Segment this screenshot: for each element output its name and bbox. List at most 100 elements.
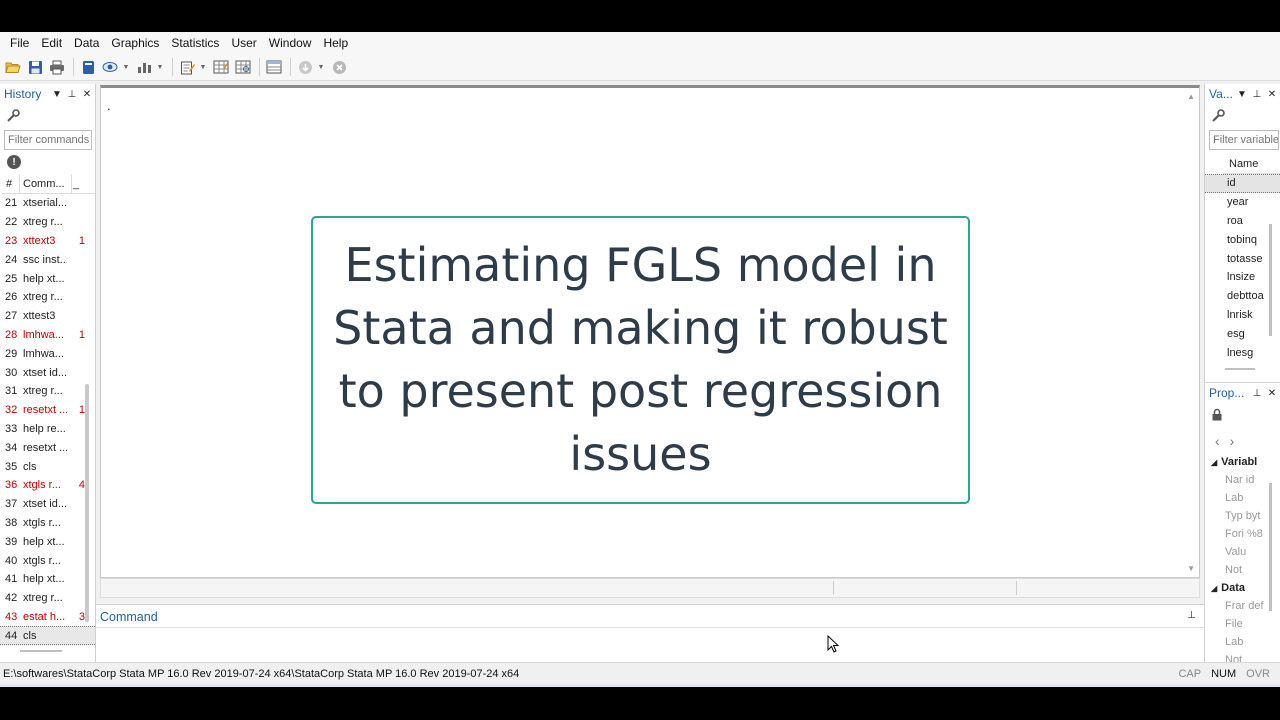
- more-dropdown-icon[interactable]: ▼: [317, 57, 325, 77]
- history-horizontal-scrollbar[interactable]: [20, 650, 62, 652]
- data-editor-icon[interactable]: [211, 57, 231, 77]
- variable-row[interactable]: lnesg: [1205, 343, 1280, 362]
- history-row[interactable]: 25 help xt...: [0, 269, 95, 288]
- wrench-icon[interactable]: [1211, 108, 1225, 126]
- history-alert-row: !: [0, 150, 95, 174]
- close-icon[interactable]: ✕: [1265, 87, 1279, 101]
- history-row-command: cls: [23, 629, 37, 642]
- menu-graphics[interactable]: Graphics: [105, 32, 165, 54]
- graph-dropdown-icon[interactable]: ▼: [156, 57, 164, 77]
- pin-icon[interactable]: ⊥: [1250, 386, 1264, 400]
- open-icon[interactable]: [3, 57, 23, 77]
- history-filter-input[interactable]: [4, 130, 92, 150]
- history-row[interactable]: 31 xtreg r...: [0, 382, 95, 401]
- results-horizontal-scrollbar[interactable]: [100, 578, 1200, 598]
- history-row[interactable]: 26 xtreg r...: [0, 288, 95, 307]
- history-row[interactable]: 44 cls: [0, 626, 95, 646]
- filter-funnel-icon[interactable]: ▼: [1235, 87, 1249, 101]
- properties-vertical-scrollbar[interactable]: [1269, 483, 1272, 611]
- command-window: Command ⊥: [96, 604, 1204, 662]
- history-col-num[interactable]: #: [2, 174, 20, 193]
- history-row[interactable]: 35 cls: [0, 457, 95, 476]
- history-row-number: 33: [5, 422, 18, 435]
- history-row[interactable]: 42 xtreg r...: [0, 589, 95, 608]
- data-browser-icon[interactable]: [233, 57, 253, 77]
- graph-icon[interactable]: [134, 57, 154, 77]
- history-row-number: 35: [5, 460, 18, 473]
- log-icon[interactable]: [78, 57, 98, 77]
- history-row-return-code: 4: [78, 479, 85, 492]
- scroll-down-arrow-icon[interactable]: ▼: [1187, 564, 1195, 573]
- properties-tools: [1205, 403, 1280, 429]
- variables-manager-icon[interactable]: [264, 57, 284, 77]
- close-icon[interactable]: ✕: [1265, 386, 1279, 400]
- history-col-rc[interactable]: _: [72, 178, 80, 190]
- viewer-dropdown-icon[interactable]: ▼: [122, 57, 130, 77]
- history-row[interactable]: 32 resetxt ... 1: [0, 401, 95, 420]
- pin-icon[interactable]: ⊥: [1250, 87, 1264, 101]
- history-row[interactable]: 30 xtset id...: [0, 363, 95, 382]
- history-row[interactable]: 37 xtset id...: [0, 495, 95, 514]
- wrench-icon[interactable]: [6, 108, 20, 126]
- history-row[interactable]: 21 xtserial...: [0, 194, 95, 213]
- pin-icon[interactable]: ⊥: [1187, 610, 1196, 621]
- command-label: Command: [100, 610, 158, 624]
- history-row[interactable]: 29 lmhwa...: [0, 344, 95, 363]
- variables-filter-input[interactable]: [1209, 130, 1279, 150]
- variables-vertical-scrollbar[interactable]: [1269, 224, 1272, 336]
- history-row-command: xttest3: [23, 310, 56, 323]
- menu-file[interactable]: File: [4, 32, 35, 54]
- properties-variables-section[interactable]: ◢ Variabl: [1205, 453, 1280, 471]
- property-row[interactable]: File: [1205, 615, 1280, 633]
- command-input[interactable]: [100, 631, 1198, 659]
- close-icon[interactable]: ✕: [80, 87, 94, 101]
- scroll-up-arrow-icon[interactable]: ▲: [1187, 92, 1195, 101]
- history-row[interactable]: 23 xttext3 1: [0, 232, 95, 251]
- break-icon[interactable]: [329, 57, 349, 77]
- filter-funnel-icon[interactable]: ▼: [50, 87, 64, 101]
- pin-icon[interactable]: ⊥: [65, 87, 79, 101]
- history-row[interactable]: 27 xttest3: [0, 307, 95, 326]
- history-row[interactable]: 24 ssc inst...: [0, 250, 95, 269]
- menu-statistics[interactable]: Statistics: [165, 32, 225, 54]
- history-row[interactable]: 36 xtgls r... 4: [0, 476, 95, 495]
- history-row-command: lmhwa...: [23, 328, 64, 341]
- menu-help[interactable]: Help: [317, 32, 354, 54]
- menu-edit[interactable]: Edit: [35, 32, 68, 54]
- do-file-dropdown-icon[interactable]: ▼: [199, 57, 207, 77]
- save-icon[interactable]: [25, 57, 45, 77]
- variables-horizontal-scrollbar[interactable]: [1225, 368, 1255, 370]
- lock-icon[interactable]: [1211, 408, 1223, 424]
- viewer-icon[interactable]: [100, 57, 120, 77]
- chevron-left-icon[interactable]: ‹: [1215, 433, 1220, 449]
- history-row-return-code: 1: [78, 404, 85, 417]
- menu-user[interactable]: User: [225, 32, 262, 54]
- exclamation-icon[interactable]: !: [7, 155, 21, 169]
- menu-data[interactable]: Data: [68, 32, 105, 54]
- variable-row[interactable]: year: [1205, 193, 1280, 212]
- history-row[interactable]: 39 help xt...: [0, 532, 95, 551]
- property-row[interactable]: Lab: [1205, 633, 1280, 651]
- variables-col-name[interactable]: Name: [1223, 154, 1280, 174]
- history-row[interactable]: 41 help xt...: [0, 570, 95, 589]
- history-row[interactable]: 33 help re...: [0, 420, 95, 439]
- history-row[interactable]: 40 xtgls r...: [0, 551, 95, 570]
- history-row[interactable]: 43 estat h... 3: [0, 608, 95, 627]
- history-vertical-scrollbar[interactable]: [85, 384, 89, 622]
- chevron-right-icon[interactable]: ›: [1230, 433, 1235, 449]
- history-row-number: 28: [5, 328, 18, 341]
- variable-row[interactable]: id: [1205, 174, 1280, 193]
- history-col-command[interactable]: Comm...: [20, 174, 72, 193]
- history-row-command: help xt...: [23, 573, 65, 586]
- history-row[interactable]: 28 lmhwa... 1: [0, 326, 95, 345]
- print-icon[interactable]: [47, 57, 67, 77]
- mouse-cursor-icon: [827, 634, 840, 656]
- more-icon[interactable]: [295, 57, 315, 77]
- caps-lock-indicator: CAP: [1178, 667, 1202, 680]
- taskbar-edge: [0, 684, 1280, 687]
- history-row[interactable]: 22 xtreg r...: [0, 213, 95, 232]
- menu-window[interactable]: Window: [263, 32, 318, 54]
- do-file-editor-icon[interactable]: [177, 57, 197, 77]
- history-row[interactable]: 34 resetxt ...: [0, 438, 95, 457]
- history-row[interactable]: 38 xtgls r...: [0, 514, 95, 533]
